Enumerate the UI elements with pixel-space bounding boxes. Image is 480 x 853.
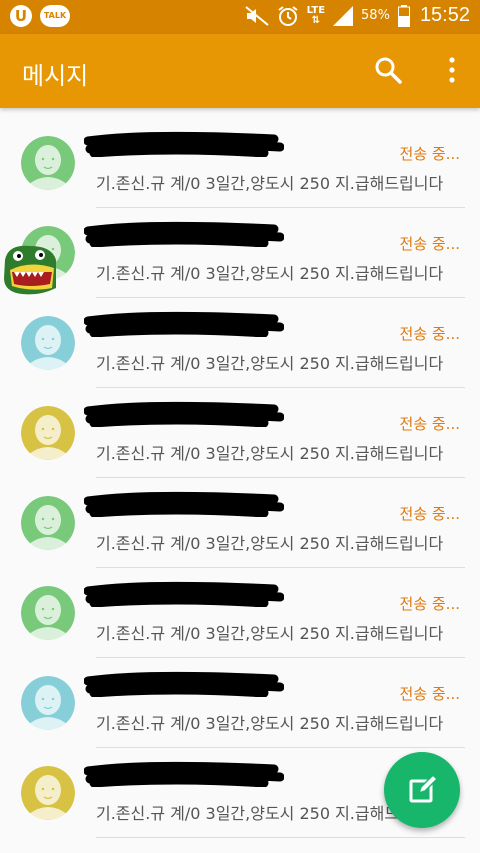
redaction-scribble [84, 761, 284, 787]
avatar[interactable] [21, 766, 75, 820]
compose-icon [409, 776, 436, 803]
conversation-item[interactable]: 전송 중... 기.존신.규 계/0 3일간,양도시 250 지.급해드립니다 [0, 478, 480, 568]
conversation-item[interactable]: 전송 중... 기.존신.규 계/0 3일간,양도시 250 지.급해드립니다 [0, 208, 480, 298]
avatar[interactable] [21, 676, 75, 730]
conversation-list: 전송 중... 기.존신.규 계/0 3일간,양도시 250 지.급해드립니다 … [0, 118, 480, 838]
divider [96, 837, 465, 838]
sending-status: 전송 중... [399, 325, 460, 343]
kakaotalk-icon: TALK [40, 5, 70, 27]
avatar[interactable] [21, 406, 75, 460]
redaction-scribble [84, 491, 284, 517]
avatar[interactable] [21, 496, 75, 550]
avatar[interactable] [21, 136, 75, 190]
contact-name [84, 581, 284, 607]
contact-name [84, 491, 284, 517]
compose-button[interactable] [384, 752, 460, 828]
sending-status: 전송 중... [399, 685, 460, 703]
conversation-item[interactable]: 전송 중... 기.존신.규 계/0 3일간,양도시 250 지.급해드립니다 [0, 658, 480, 748]
search-icon[interactable] [374, 56, 402, 84]
sticker-icon [4, 245, 56, 295]
signal-icon [333, 5, 354, 26]
sending-status: 전송 중... [399, 415, 460, 433]
contact-name [84, 671, 284, 697]
battery-percent: 58% [361, 8, 390, 23]
sending-status: 전송 중... [399, 235, 460, 253]
conversation-item[interactable]: 전송 중... 기.존신.규 계/0 3일간,양도시 250 지.급해드립니다 [0, 388, 480, 478]
contact-name [84, 401, 284, 427]
page-title: 메시지 [22, 62, 89, 90]
conversation-item[interactable]: 전송 중... 기.존신.규 계/0 3일간,양도시 250 지.급해드립니다 [0, 568, 480, 658]
clock: 15:52 [419, 4, 470, 26]
message-preview: 기.존신.규 계/0 3일간,양도시 250 지.급해드립니다 [96, 534, 444, 553]
battery-icon [397, 4, 410, 27]
redaction-scribble [84, 221, 284, 247]
redaction-scribble [84, 581, 284, 607]
status-bar: U TALK LTE ⇅ 58% 15:52 [0, 0, 480, 34]
avatar[interactable] [21, 586, 75, 640]
message-preview: 기.존신.규 계/0 3일간,양도시 250 지.급해드립니다 [96, 264, 444, 283]
more-vertical-icon[interactable] [444, 56, 460, 84]
redaction-scribble [84, 311, 284, 337]
message-preview: 기.존신.규 계/0 3일간,양도시 250 지.급해드립니다 [96, 444, 444, 463]
avatar[interactable] [21, 316, 75, 370]
alarm-icon [278, 5, 298, 26]
message-preview: 기.존신.규 계/0 3일간,양도시 250 지.급해드립니다 [96, 624, 444, 643]
message-preview: 기.존신.규 계/0 3일간,양도시 250 지.급해드립니다 [96, 174, 444, 193]
conversation-item[interactable]: 전송 중... 기.존신.규 계/0 3일간,양도시 250 지.급해드립니다 [0, 118, 480, 208]
mute-icon [245, 5, 269, 26]
contact-name [84, 311, 284, 337]
redaction-scribble [84, 401, 284, 427]
u-plus-icon: U [10, 5, 32, 27]
contact-name [84, 221, 284, 247]
redaction-scribble [84, 671, 284, 697]
message-preview: 기.존신.규 계/0 3일간,양도시 250 지.급해드립니다 [96, 354, 444, 373]
message-preview: 기.존신.규 계/0 3일간,양도시 250 지.급해드립니다 [96, 714, 444, 733]
conversation-item[interactable]: 전송 중... 기.존신.규 계/0 3일간,양도시 250 지.급해드립니다 [0, 298, 480, 388]
sending-status: 전송 중... [399, 595, 460, 613]
contact-name [84, 761, 284, 787]
contact-name [84, 131, 284, 157]
app-bar: 메시지 [0, 34, 480, 108]
redaction-scribble [84, 131, 284, 157]
lte-indicator: LTE ⇅ [306, 4, 326, 26]
sending-status: 전송 중... [399, 505, 460, 523]
sending-status: 전송 중... [399, 145, 460, 163]
